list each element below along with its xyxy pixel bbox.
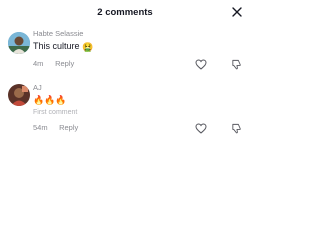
heart-outline-icon xyxy=(195,58,207,70)
like-button[interactable] xyxy=(194,57,208,71)
comment-item: Habte Selassie This culture 🤮 4m Reply xyxy=(0,26,250,76)
comment-username[interactable]: Habte Selassie xyxy=(33,29,83,38)
first-comment-label: First comment xyxy=(33,109,78,116)
dislike-button[interactable] xyxy=(229,121,243,135)
thumbs-down-icon xyxy=(231,59,242,70)
dislike-button[interactable] xyxy=(229,57,243,71)
avatar[interactable] xyxy=(8,32,30,54)
nauseated-face-emoji: 🤮 xyxy=(82,42,94,52)
heart-outline-icon xyxy=(195,122,207,134)
comment-text: This culture 🤮 xyxy=(33,41,93,53)
close-icon xyxy=(232,7,242,17)
comments-header: 2 comments xyxy=(0,0,250,26)
close-button[interactable] xyxy=(229,4,245,20)
thumbs-down-icon xyxy=(231,123,242,134)
comments-count-title: 2 comments xyxy=(97,7,153,18)
comment-username[interactable]: AJ xyxy=(33,83,42,92)
comment-text-body: This culture xyxy=(33,41,80,51)
avatar[interactable] xyxy=(8,84,30,106)
comment-meta: 54m Reply xyxy=(33,123,78,132)
comment-meta: 4m Reply xyxy=(33,59,74,68)
reply-button[interactable]: Reply xyxy=(59,123,78,132)
comment-time: 54m xyxy=(33,123,48,132)
comment-text: 🔥🔥🔥 xyxy=(33,95,67,105)
comment-time: 4m xyxy=(33,59,44,68)
reply-button[interactable]: Reply xyxy=(55,59,74,68)
like-button[interactable] xyxy=(194,121,208,135)
comment-item: AJ 🔥🔥🔥 First comment 54m Reply xyxy=(0,78,250,136)
